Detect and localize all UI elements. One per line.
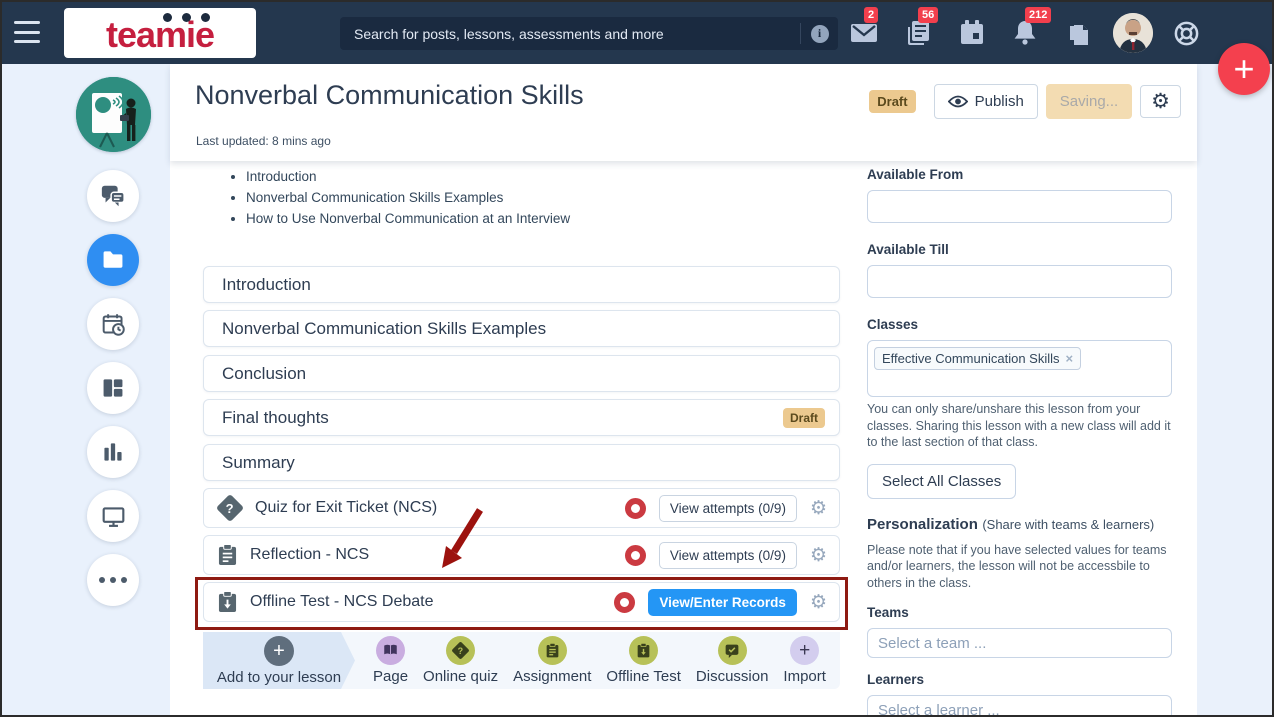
personalization-note: Please note that if you have selected va… — [867, 542, 1167, 590]
available-from-label: Available From — [867, 167, 964, 182]
toolbar-item-import[interactable]: + Import — [783, 636, 826, 685]
calendar-icon[interactable] — [958, 19, 986, 47]
add-fab-button[interactable]: + — [1218, 43, 1270, 95]
quiz-icon: ? — [215, 493, 245, 523]
assignment-icon — [537, 636, 567, 665]
online-quiz-icon: ? — [446, 636, 476, 665]
ellipsis-icon — [99, 577, 127, 583]
sidebar-item-materials[interactable] — [87, 234, 139, 286]
available-from-input[interactable] — [867, 190, 1172, 223]
section-card-final-thoughts[interactable]: Final thoughts Draft — [203, 399, 840, 436]
publish-button[interactable]: Publish — [933, 84, 1038, 119]
lesson-settings-gear-button[interactable]: ⚙ — [1140, 85, 1181, 118]
app-window: teamie i 2 56 212 — [0, 0, 1274, 717]
messages-badge: 2 — [864, 7, 879, 23]
class-tag: Effective Communication Skills × — [874, 347, 1082, 370]
last-updated-text: Last updated: 8 mins ago — [196, 134, 331, 148]
personalization-heading: Personalization (Share with teams & lear… — [867, 515, 1155, 533]
eye-icon — [947, 95, 968, 108]
classes-note: You can only share/unshare this lesson f… — [867, 402, 1171, 449]
status-ring-icon — [614, 591, 636, 613]
add-to-lesson-button[interactable]: + Add to your lesson — [203, 632, 355, 689]
sidebar-item-calendar[interactable] — [87, 298, 139, 350]
toolbar-item-online-quiz[interactable]: ? Online quiz — [423, 636, 498, 685]
page-background-strip — [1197, 64, 1272, 715]
logo-dots — [163, 13, 210, 22]
draft-status-badge: Draft — [869, 90, 916, 113]
search-input[interactable] — [340, 25, 800, 42]
search-info-icon[interactable]: i — [800, 23, 838, 44]
left-sidebar — [2, 64, 170, 715]
status-ring-icon — [624, 497, 646, 519]
available-till-label: Available Till — [867, 242, 949, 257]
learners-label: Learners — [867, 672, 925, 687]
offline-test-icon — [218, 591, 237, 612]
activity-row-offline-test[interactable]: Offline Test - NCS Debate View/Enter Rec… — [203, 582, 840, 622]
section-card-summary[interactable]: Summary — [203, 444, 840, 481]
page-icon — [376, 636, 406, 665]
teams-label: Teams — [867, 605, 909, 620]
section-card-conclusion[interactable]: Conclusion — [203, 355, 840, 392]
view-attempts-button[interactable]: View attempts (0/9) — [658, 541, 797, 569]
sidebar-item-gradebook[interactable] — [87, 426, 139, 478]
offline-test-icon — [629, 636, 659, 665]
pages-copy-icon[interactable] — [1065, 19, 1093, 47]
learners-select-input[interactable] — [867, 695, 1172, 715]
gear-icon[interactable]: ⚙ — [810, 545, 827, 565]
plus-icon: + — [264, 636, 294, 666]
teams-select-input[interactable] — [867, 628, 1172, 658]
toolbar-item-offline-test[interactable]: Offline Test — [606, 636, 681, 685]
select-all-classes-button[interactable]: Select All Classes — [867, 463, 1017, 499]
section-draft-badge: Draft — [782, 407, 825, 428]
sidebar-item-more[interactable] — [87, 554, 139, 606]
main-content: Introduction Nonverbal Communication Ski… — [170, 64, 1197, 715]
sidebar-item-screen[interactable] — [87, 490, 139, 542]
saving-indicator: Saving... — [1045, 84, 1133, 119]
toolbar-item-assignment[interactable]: Assignment — [513, 636, 591, 685]
notifications-badge: 212 — [1025, 7, 1052, 23]
classes-label: Classes — [867, 317, 919, 332]
assignment-icon — [218, 544, 237, 565]
toolbar-item-discussion[interactable]: Discussion — [696, 636, 768, 685]
top-navbar: teamie i 2 56 212 — [2, 2, 1272, 64]
import-plus-icon: + — [790, 636, 820, 665]
sidebar-item-dashboard[interactable] — [87, 362, 139, 414]
gear-icon[interactable]: ⚙ — [810, 592, 827, 612]
lesson-toc-list: Introduction Nonverbal Communication Ski… — [230, 169, 570, 232]
toc-item[interactable]: Introduction — [246, 169, 570, 184]
notifications-bell-icon[interactable]: 212 — [1011, 7, 1052, 47]
posts-icon[interactable]: 56 — [904, 7, 939, 47]
messages-icon[interactable]: 2 — [850, 7, 879, 47]
section-card-examples[interactable]: Nonverbal Communication Skills Examples — [203, 310, 840, 347]
help-lifering-icon[interactable] — [1173, 20, 1201, 48]
hamburger-menu-icon[interactable] — [14, 21, 40, 43]
lesson-settings-panel: Available From Available Till Classes Ef… — [867, 167, 1172, 715]
section-card-introduction[interactable]: Introduction — [203, 266, 840, 303]
discussion-icon — [717, 636, 747, 665]
posts-badge: 56 — [918, 7, 939, 23]
activity-row-quiz[interactable]: ? Quiz for Exit Ticket (NCS) View attemp… — [203, 488, 840, 528]
toc-item[interactable]: Nonverbal Communication Skills Examples — [246, 190, 570, 205]
toolbar-item-page[interactable]: Page — [373, 636, 408, 685]
sidebar-item-discussions[interactable] — [87, 170, 139, 222]
teamie-logo[interactable]: teamie — [64, 8, 256, 58]
class-avatar[interactable] — [76, 77, 151, 152]
view-attempts-button[interactable]: View attempts (0/9) — [658, 494, 797, 522]
available-till-input[interactable] — [867, 265, 1172, 298]
lesson-header: Nonverbal Communication Skills Last upda… — [170, 64, 1197, 161]
user-avatar[interactable] — [1113, 13, 1153, 53]
page-title: Nonverbal Communication Skills — [195, 80, 584, 110]
add-to-lesson-toolbar: + Add to your lesson Page ? Online quiz — [203, 632, 840, 689]
toc-item[interactable]: How to Use Nonverbal Communication at an… — [246, 211, 570, 226]
classes-select-box[interactable]: Effective Communication Skills × — [867, 340, 1172, 397]
view-enter-records-button[interactable]: View/Enter Records — [648, 588, 797, 616]
gear-icon[interactable]: ⚙ — [810, 498, 827, 518]
global-search: i — [340, 17, 838, 50]
remove-class-tag-icon[interactable]: × — [1066, 351, 1074, 366]
status-ring-icon — [624, 544, 646, 566]
activity-row-reflection[interactable]: Reflection - NCS View attempts (0/9) ⚙ — [203, 535, 840, 575]
